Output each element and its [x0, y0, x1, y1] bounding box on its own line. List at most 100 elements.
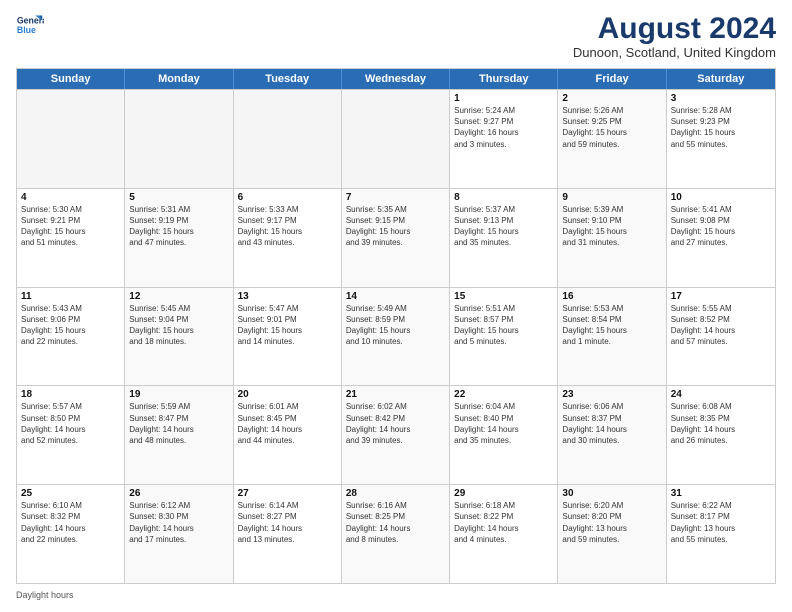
- day-info: Sunrise: 5:24 AM Sunset: 9:27 PM Dayligh…: [454, 105, 553, 150]
- day-info: Sunrise: 5:37 AM Sunset: 9:13 PM Dayligh…: [454, 204, 553, 249]
- table-row: 4Sunrise: 5:30 AM Sunset: 9:21 PM Daylig…: [17, 189, 125, 287]
- table-row: 2Sunrise: 5:26 AM Sunset: 9:25 PM Daylig…: [558, 90, 666, 188]
- header-wednesday: Wednesday: [342, 69, 450, 89]
- day-number: 12: [129, 291, 228, 302]
- table-row: 6Sunrise: 5:33 AM Sunset: 9:17 PM Daylig…: [234, 189, 342, 287]
- table-row: 10Sunrise: 5:41 AM Sunset: 9:08 PM Dayli…: [667, 189, 775, 287]
- table-row: 3Sunrise: 5:28 AM Sunset: 9:23 PM Daylig…: [667, 90, 775, 188]
- table-row: 11Sunrise: 5:43 AM Sunset: 9:06 PM Dayli…: [17, 288, 125, 386]
- calendar-week-4: 18Sunrise: 5:57 AM Sunset: 8:50 PM Dayli…: [17, 385, 775, 484]
- day-info: Sunrise: 5:41 AM Sunset: 9:08 PM Dayligh…: [671, 204, 771, 249]
- table-row: 14Sunrise: 5:49 AM Sunset: 8:59 PM Dayli…: [342, 288, 450, 386]
- day-number: 28: [346, 488, 445, 499]
- day-info: Sunrise: 5:45 AM Sunset: 9:04 PM Dayligh…: [129, 303, 228, 348]
- day-info: Sunrise: 5:31 AM Sunset: 9:19 PM Dayligh…: [129, 204, 228, 249]
- day-number: 23: [562, 389, 661, 400]
- table-row: 24Sunrise: 6:08 AM Sunset: 8:35 PM Dayli…: [667, 386, 775, 484]
- calendar-week-1: 1Sunrise: 5:24 AM Sunset: 9:27 PM Daylig…: [17, 89, 775, 188]
- calendar: Sunday Monday Tuesday Wednesday Thursday…: [16, 68, 776, 584]
- table-row: 17Sunrise: 5:55 AM Sunset: 8:52 PM Dayli…: [667, 288, 775, 386]
- header-thursday: Thursday: [450, 69, 558, 89]
- day-number: 7: [346, 192, 445, 203]
- table-row: 5Sunrise: 5:31 AM Sunset: 9:19 PM Daylig…: [125, 189, 233, 287]
- day-number: 10: [671, 192, 771, 203]
- header-friday: Friday: [558, 69, 666, 89]
- day-info: Sunrise: 6:10 AM Sunset: 8:32 PM Dayligh…: [21, 500, 120, 545]
- table-row: 22Sunrise: 6:04 AM Sunset: 8:40 PM Dayli…: [450, 386, 558, 484]
- day-info: Sunrise: 5:33 AM Sunset: 9:17 PM Dayligh…: [238, 204, 337, 249]
- day-number: 3: [671, 93, 771, 104]
- day-number: 20: [238, 389, 337, 400]
- logo-icon: General Blue: [16, 12, 44, 40]
- day-info: Sunrise: 5:55 AM Sunset: 8:52 PM Dayligh…: [671, 303, 771, 348]
- day-info: Sunrise: 6:02 AM Sunset: 8:42 PM Dayligh…: [346, 401, 445, 446]
- day-number: 5: [129, 192, 228, 203]
- day-info: Sunrise: 5:39 AM Sunset: 9:10 PM Dayligh…: [562, 204, 661, 249]
- day-number: 18: [21, 389, 120, 400]
- table-row: 1Sunrise: 5:24 AM Sunset: 9:27 PM Daylig…: [450, 90, 558, 188]
- table-row: 16Sunrise: 5:53 AM Sunset: 8:54 PM Dayli…: [558, 288, 666, 386]
- day-info: Sunrise: 5:26 AM Sunset: 9:25 PM Dayligh…: [562, 105, 661, 150]
- day-info: Sunrise: 6:01 AM Sunset: 8:45 PM Dayligh…: [238, 401, 337, 446]
- day-info: Sunrise: 5:28 AM Sunset: 9:23 PM Dayligh…: [671, 105, 771, 150]
- title-block: August 2024 Dunoon, Scotland, United Kin…: [573, 12, 776, 60]
- header-tuesday: Tuesday: [234, 69, 342, 89]
- calendar-header: Sunday Monday Tuesday Wednesday Thursday…: [17, 69, 775, 89]
- table-row: 21Sunrise: 6:02 AM Sunset: 8:42 PM Dayli…: [342, 386, 450, 484]
- day-number: 16: [562, 291, 661, 302]
- table-row: 19Sunrise: 5:59 AM Sunset: 8:47 PM Dayli…: [125, 386, 233, 484]
- header: General Blue August 2024 Dunoon, Scotlan…: [16, 12, 776, 60]
- day-info: Sunrise: 5:43 AM Sunset: 9:06 PM Dayligh…: [21, 303, 120, 348]
- day-info: Sunrise: 6:18 AM Sunset: 8:22 PM Dayligh…: [454, 500, 553, 545]
- calendar-week-3: 11Sunrise: 5:43 AM Sunset: 9:06 PM Dayli…: [17, 287, 775, 386]
- table-row: 18Sunrise: 5:57 AM Sunset: 8:50 PM Dayli…: [17, 386, 125, 484]
- day-number: 25: [21, 488, 120, 499]
- table-row: 8Sunrise: 5:37 AM Sunset: 9:13 PM Daylig…: [450, 189, 558, 287]
- table-row: [342, 90, 450, 188]
- calendar-week-5: 25Sunrise: 6:10 AM Sunset: 8:32 PM Dayli…: [17, 484, 775, 583]
- day-info: Sunrise: 5:51 AM Sunset: 8:57 PM Dayligh…: [454, 303, 553, 348]
- day-number: 24: [671, 389, 771, 400]
- page: General Blue August 2024 Dunoon, Scotlan…: [0, 0, 792, 612]
- table-row: [125, 90, 233, 188]
- location-subtitle: Dunoon, Scotland, United Kingdom: [573, 45, 776, 60]
- day-number: 30: [562, 488, 661, 499]
- day-number: 17: [671, 291, 771, 302]
- day-number: 26: [129, 488, 228, 499]
- day-number: 15: [454, 291, 553, 302]
- table-row: 30Sunrise: 6:20 AM Sunset: 8:20 PM Dayli…: [558, 485, 666, 583]
- day-number: 2: [562, 93, 661, 104]
- day-number: 4: [21, 192, 120, 203]
- table-row: [234, 90, 342, 188]
- day-number: 31: [671, 488, 771, 499]
- header-saturday: Saturday: [667, 69, 775, 89]
- table-row: 13Sunrise: 5:47 AM Sunset: 9:01 PM Dayli…: [234, 288, 342, 386]
- day-info: Sunrise: 5:49 AM Sunset: 8:59 PM Dayligh…: [346, 303, 445, 348]
- day-info: Sunrise: 6:08 AM Sunset: 8:35 PM Dayligh…: [671, 401, 771, 446]
- day-number: 14: [346, 291, 445, 302]
- day-number: 22: [454, 389, 553, 400]
- footer-daylight-label: Daylight hours: [16, 590, 74, 600]
- day-number: 21: [346, 389, 445, 400]
- day-info: Sunrise: 6:22 AM Sunset: 8:17 PM Dayligh…: [671, 500, 771, 545]
- day-info: Sunrise: 6:16 AM Sunset: 8:25 PM Dayligh…: [346, 500, 445, 545]
- table-row: 23Sunrise: 6:06 AM Sunset: 8:37 PM Dayli…: [558, 386, 666, 484]
- day-number: 29: [454, 488, 553, 499]
- table-row: 25Sunrise: 6:10 AM Sunset: 8:32 PM Dayli…: [17, 485, 125, 583]
- day-info: Sunrise: 5:30 AM Sunset: 9:21 PM Dayligh…: [21, 204, 120, 249]
- day-info: Sunrise: 5:53 AM Sunset: 8:54 PM Dayligh…: [562, 303, 661, 348]
- day-info: Sunrise: 6:04 AM Sunset: 8:40 PM Dayligh…: [454, 401, 553, 446]
- table-row: 28Sunrise: 6:16 AM Sunset: 8:25 PM Dayli…: [342, 485, 450, 583]
- header-monday: Monday: [125, 69, 233, 89]
- table-row: 7Sunrise: 5:35 AM Sunset: 9:15 PM Daylig…: [342, 189, 450, 287]
- calendar-body: 1Sunrise: 5:24 AM Sunset: 9:27 PM Daylig…: [17, 89, 775, 583]
- day-number: 13: [238, 291, 337, 302]
- table-row: 26Sunrise: 6:12 AM Sunset: 8:30 PM Dayli…: [125, 485, 233, 583]
- table-row: 29Sunrise: 6:18 AM Sunset: 8:22 PM Dayli…: [450, 485, 558, 583]
- table-row: 12Sunrise: 5:45 AM Sunset: 9:04 PM Dayli…: [125, 288, 233, 386]
- table-row: 15Sunrise: 5:51 AM Sunset: 8:57 PM Dayli…: [450, 288, 558, 386]
- day-number: 9: [562, 192, 661, 203]
- day-number: 1: [454, 93, 553, 104]
- svg-text:Blue: Blue: [17, 25, 36, 35]
- day-number: 8: [454, 192, 553, 203]
